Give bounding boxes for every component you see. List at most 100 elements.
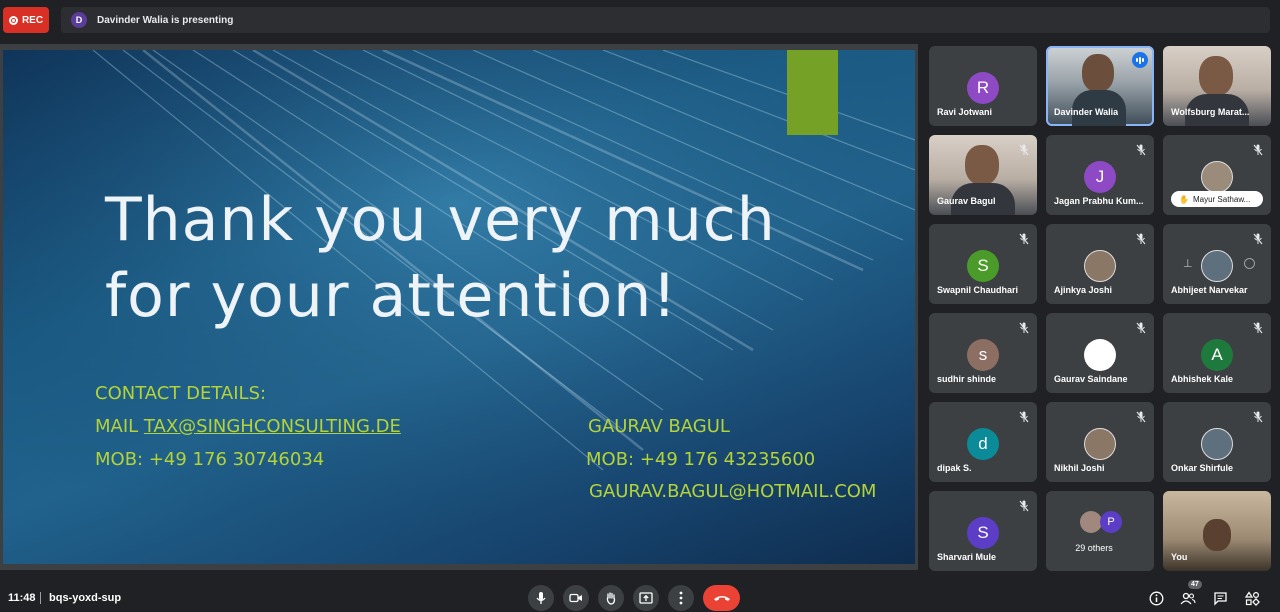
remove-icon[interactable] (1244, 258, 1255, 269)
participant-avatar (1080, 511, 1102, 533)
participant-tile[interactable]: s sudhir shinde (929, 313, 1037, 393)
participant-name: Swapnil Chaudhari (937, 285, 1019, 295)
participant-avatar: s (967, 339, 999, 371)
participant-tile[interactable]: Wolfsburg Marat... (1163, 46, 1271, 126)
participant-tile[interactable]: A Abhishek Kale (1163, 313, 1271, 393)
camera-button[interactable] (563, 585, 589, 611)
recording-label: REC (21, 14, 44, 26)
participant-avatar: S (967, 517, 999, 549)
mic-off-icon (1253, 410, 1263, 423)
chat-icon (1213, 591, 1227, 606)
participant-tile[interactable]: S Sharvari Mule (929, 491, 1037, 571)
participant-name: You (1171, 552, 1188, 562)
participant-name: Jagan Prabhu Kum... (1054, 196, 1144, 206)
pin-icon[interactable]: ⊥ (1183, 257, 1193, 270)
people-button[interactable] (1180, 590, 1196, 606)
participant-name-pill: ✋ Mayur Sathaw... (1171, 191, 1263, 207)
meeting-details-button[interactable] (1148, 590, 1164, 606)
slide-accent-bar (787, 50, 838, 135)
presenter-text: Davinder Walia is presenting (97, 14, 234, 26)
participant-name: Gaurav Bagul (937, 196, 996, 206)
participant-name: dipak S. (937, 463, 972, 473)
mail-prefix: MAIL (95, 416, 144, 437)
raise-hand-button[interactable] (598, 585, 624, 611)
clock: 11:48 (8, 592, 36, 604)
participant-avatar: S (967, 250, 999, 282)
participant-tile[interactable]: R Ravi Jotwani (929, 46, 1037, 126)
participant-avatar: A (1201, 339, 1233, 371)
participant-tile[interactable]: ✋ Mayur Sathaw... (1163, 135, 1271, 215)
participant-tile[interactable]: P 29 others (1046, 491, 1154, 571)
participant-tile[interactable]: J Jagan Prabhu Kum... (1046, 135, 1154, 215)
raise-hand-icon (606, 592, 616, 605)
participant-tile[interactable]: Abhijeet Narvekar ⊥ (1163, 224, 1271, 304)
participant-tile[interactable]: S Swapnil Chaudhari (929, 224, 1037, 304)
info-icon (1149, 591, 1163, 605)
speaking-indicator-icon (1132, 52, 1148, 68)
participant-avatar (1084, 250, 1116, 282)
contact-email-right: GAURAV.BAGUL@HOTMAIL.COM (589, 481, 877, 502)
participant-name: Abhishek Kale (1171, 374, 1234, 384)
hand-icon: ✋ (1179, 194, 1189, 204)
participant-tile[interactable]: Gaurav Saindane (1046, 313, 1154, 393)
mic-off-icon (1019, 499, 1029, 512)
presenter-bar: D Davinder Walia is presenting (61, 7, 1270, 33)
chat-button[interactable] (1212, 590, 1228, 606)
contact-heading: CONTACT DETAILS: (95, 383, 267, 404)
participant-tile[interactable]: Onkar Shirfule (1163, 402, 1271, 482)
slide-title-line-1: Thank you very much (105, 185, 776, 255)
more-icon (679, 591, 683, 605)
divider (40, 592, 41, 604)
mic-off-icon (1253, 321, 1263, 334)
participant-tile[interactable]: Gaurav Bagul (929, 135, 1037, 215)
participant-avatar (1084, 339, 1116, 371)
participant-tile[interactable]: You (1163, 491, 1271, 571)
people-count-badge: 47 (1188, 580, 1202, 589)
participant-video (1082, 54, 1114, 92)
slide-title: Thank you very much for your attention! (105, 182, 776, 334)
mail-link[interactable]: TAX@SINGHCONSULTING.DE (144, 416, 401, 437)
mic-off-icon (1019, 321, 1029, 334)
participant-name: Gaurav Saindane (1054, 374, 1128, 384)
participant-tile[interactable]: Ajinkya Joshi (1046, 224, 1154, 304)
participant-avatar (1201, 250, 1233, 282)
record-icon (8, 15, 18, 25)
participant-avatar: J (1084, 161, 1116, 193)
leave-call-button[interactable] (703, 585, 740, 611)
recording-indicator[interactable]: REC (3, 7, 49, 33)
mic-off-icon (1136, 232, 1146, 245)
presenter-avatar: D (71, 12, 87, 28)
participant-tile[interactable]: Nikhil Joshi (1046, 402, 1154, 482)
mic-off-icon (1019, 410, 1029, 423)
meeting-code[interactable]: bqs-yoxd-sup (49, 592, 121, 604)
participant-name: Onkar Shirfule (1171, 463, 1234, 473)
mic-off-icon (1019, 143, 1029, 156)
participant-name: Davinder Walia (1054, 107, 1119, 117)
participant-name: Mayur Sathaw... (1192, 194, 1251, 204)
participant-tile[interactable]: Davinder Walia (1046, 46, 1154, 126)
participant-avatar (1201, 428, 1233, 460)
participant-name: Sharvari Mule (937, 552, 997, 562)
participant-avatar: R (967, 72, 999, 104)
camera-icon (569, 593, 582, 603)
mic-icon (536, 592, 546, 604)
mic-off-icon (1136, 143, 1146, 156)
activities-button[interactable] (1244, 590, 1260, 606)
participant-name: sudhir shinde (937, 374, 997, 384)
presentation-area: Thank you very much for your attention! … (0, 44, 918, 570)
mic-off-icon (1136, 410, 1146, 423)
participant-avatar (1084, 428, 1116, 460)
end-call-icon (713, 596, 730, 601)
mic-off-icon (1136, 321, 1146, 334)
present-button[interactable] (633, 585, 659, 611)
mic-button[interactable] (528, 585, 554, 611)
mic-off-icon (1253, 143, 1263, 156)
participant-tile[interactable]: d dipak S. (929, 402, 1037, 482)
more-options-button[interactable] (668, 585, 694, 611)
participant-video (965, 145, 999, 185)
contact-mail: MAIL TAX@SINGHCONSULTING.DE (95, 416, 401, 437)
participant-name: Ravi Jotwani (937, 107, 993, 117)
slide-title-line-2: for your attention! (105, 261, 678, 331)
contact-person-name: GAURAV BAGUL (588, 416, 730, 437)
contact-mobile-left: MOB: +49 176 30746034 (95, 449, 325, 470)
